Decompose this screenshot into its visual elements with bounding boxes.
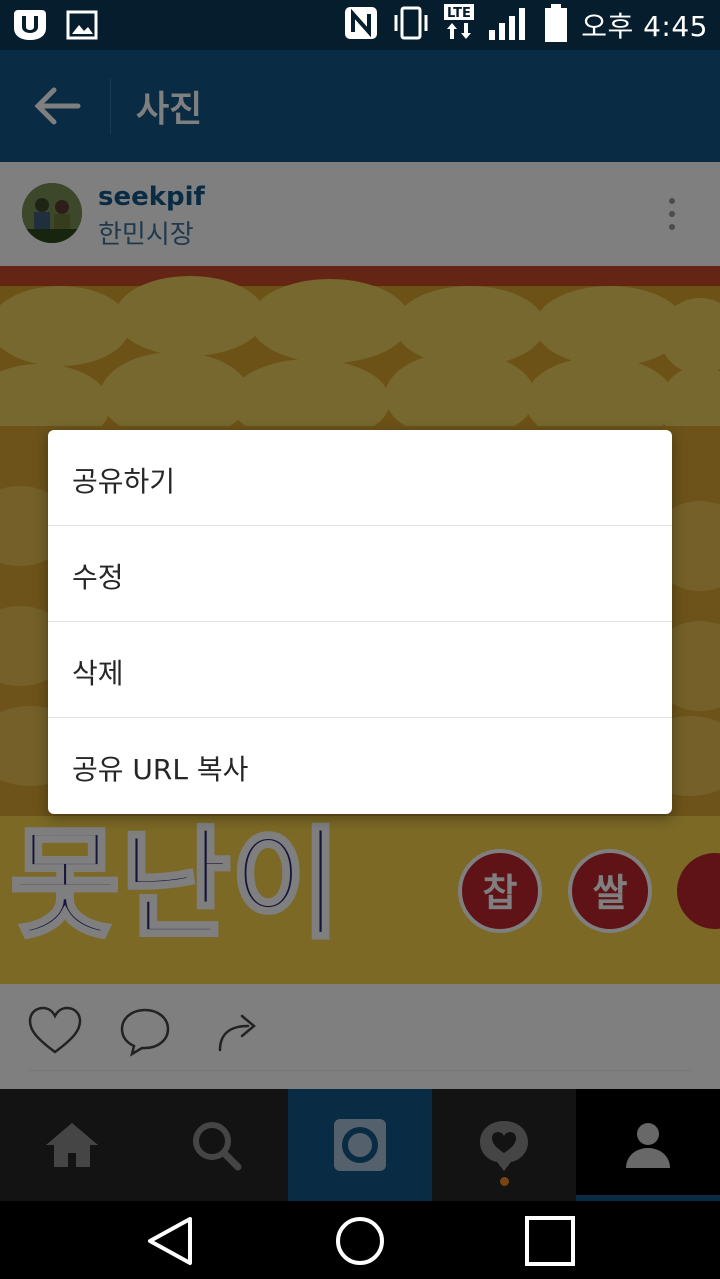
triangle-back-icon — [148, 1217, 192, 1265]
options-dialog: 공유하기 수정 삭제 공유 URL 복사 — [48, 430, 672, 814]
menu-item-label: 삭제 — [72, 657, 124, 690]
battery-icon — [543, 3, 569, 47]
menu-item-label: 공유하기 — [72, 465, 176, 498]
menu-item-label: 공유 URL 복사 — [72, 753, 249, 786]
circle-home-icon — [336, 1217, 384, 1265]
menu-item-share[interactable]: 공유하기 — [48, 430, 672, 526]
lte-icon: LTE — [443, 3, 475, 47]
menu-item-copy-url[interactable]: 공유 URL 복사 — [48, 718, 672, 814]
nav-home-button[interactable] — [332, 1215, 388, 1267]
nav-back-button[interactable] — [142, 1215, 198, 1267]
square-recents-icon — [525, 1216, 575, 1266]
image-icon — [66, 10, 98, 44]
menu-item-delete[interactable]: 삭제 — [48, 622, 672, 718]
system-nav-bar — [0, 1201, 720, 1279]
vibrate-icon — [391, 5, 431, 45]
clock: 오후 4:45 — [581, 10, 708, 43]
status-bar: LTE 오후 4:45 — [0, 0, 720, 50]
menu-item-label: 수정 — [72, 561, 124, 594]
lte-label: LTE — [447, 6, 471, 21]
uplus-icon — [12, 8, 48, 46]
nav-recents-button[interactable] — [522, 1215, 578, 1267]
nfc-icon — [343, 5, 379, 45]
signal-icon — [487, 4, 531, 46]
menu-item-edit[interactable]: 수정 — [48, 526, 672, 622]
